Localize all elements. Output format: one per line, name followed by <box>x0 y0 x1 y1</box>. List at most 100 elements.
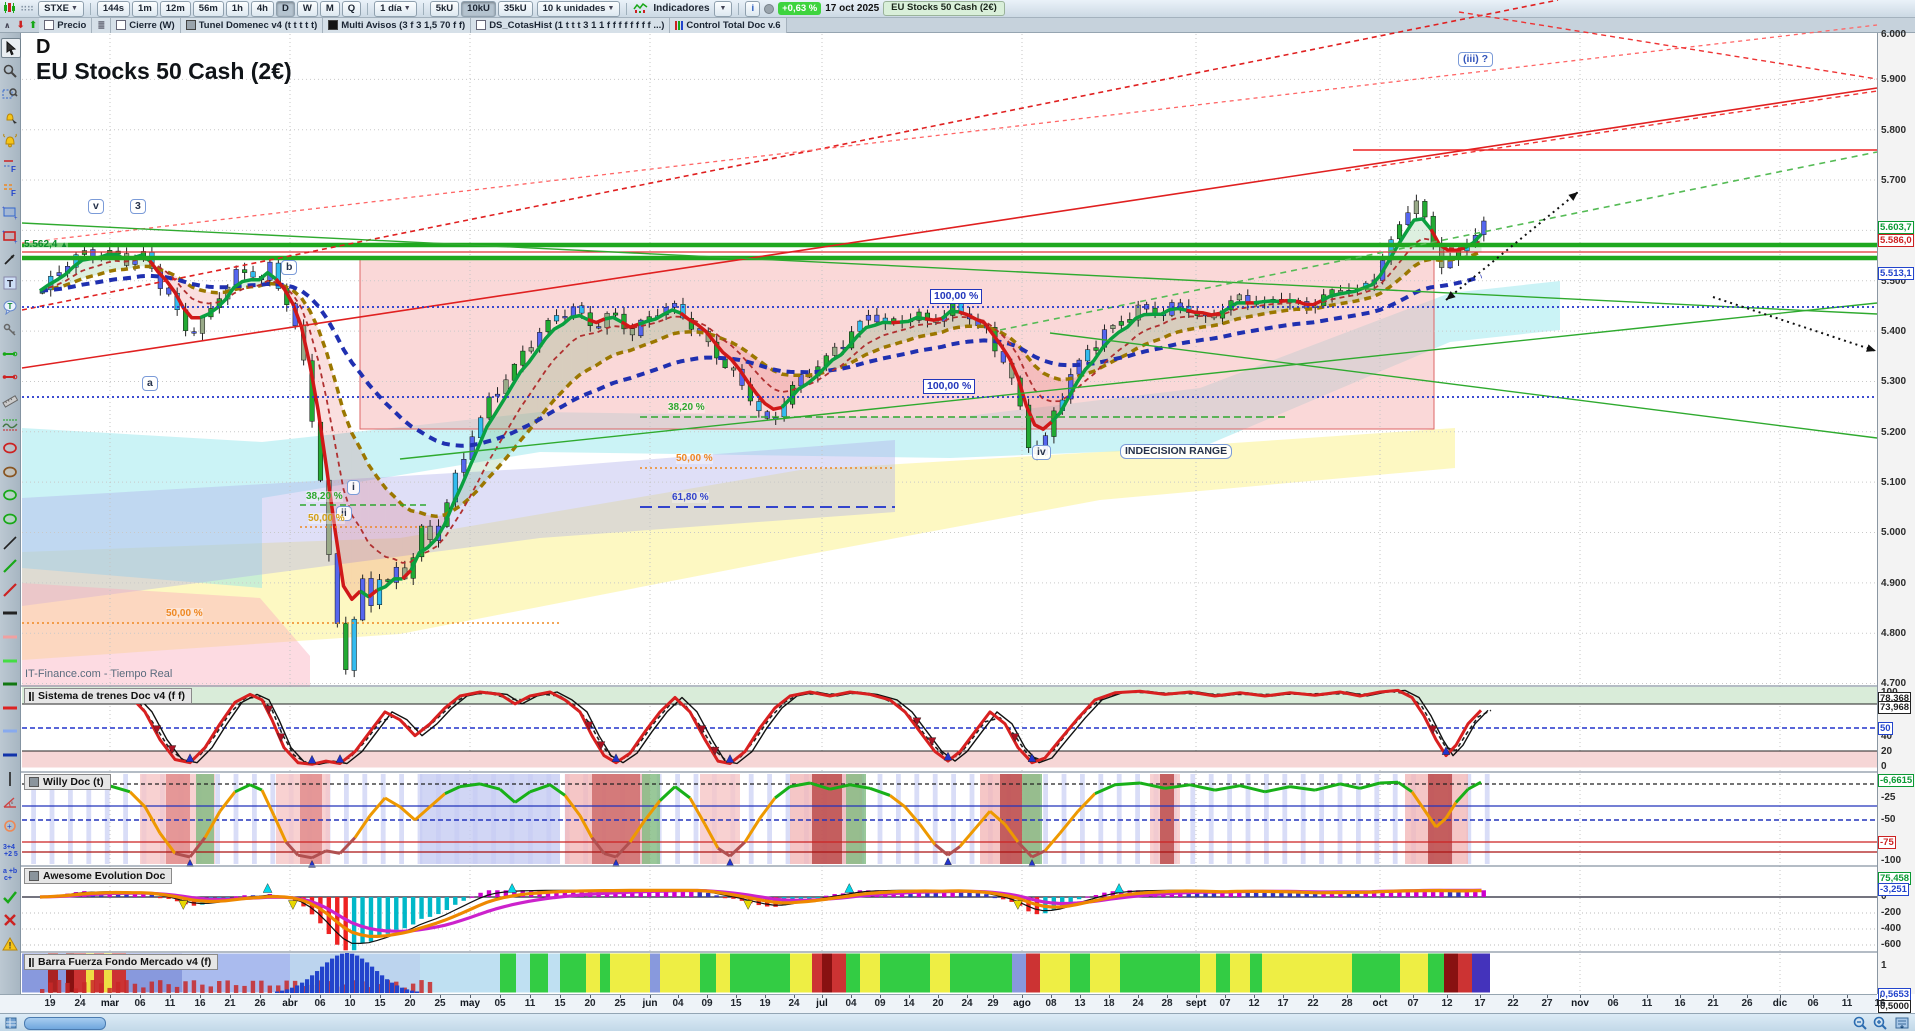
wave-label-3[interactable]: 3 <box>130 199 146 214</box>
trend-arrow-tool-icon[interactable] <box>1 250 19 268</box>
svg-text:F: F <box>11 189 16 197</box>
warning-tool-icon[interactable]: ! <box>1 935 19 953</box>
svg-text:+: + <box>2 206 6 212</box>
ellipse-green-tool-icon[interactable] <box>1 486 19 504</box>
price-tick: 5.100 <box>1881 477 1907 488</box>
rect-blue-tool-icon[interactable]: + + <box>1 203 19 221</box>
panel-scale-tick: -25 <box>1881 792 1896 803</box>
scrollbar-thumb[interactable] <box>24 1017 106 1030</box>
hline-black-tool-icon[interactable] <box>1 604 19 622</box>
fibonacci-tool-icon[interactable]: F <box>1 156 19 174</box>
month-tick: dic <box>1772 998 1788 1009</box>
chart-title: EU Stocks 50 Cash (2€) <box>36 58 292 84</box>
day-tick: 05 <box>494 998 506 1009</box>
hline-red-tool-icon[interactable] <box>1 699 19 717</box>
price-chart-canvas[interactable] <box>0 0 1915 1031</box>
wave-label-b[interactable]: b <box>281 260 298 275</box>
price-axis[interactable]: 6.0005.9005.8005.7005.6005.5005.4005.300… <box>1877 29 1915 1013</box>
vline-tool-icon[interactable] <box>1 770 19 788</box>
hline-darkblue-tool-icon[interactable] <box>1 746 19 764</box>
zoom-in-icon[interactable] <box>1872 1016 1887 1030</box>
panel-header-2[interactable]: Willy Doc (t) <box>24 774 111 790</box>
day-tick: 08 <box>1045 998 1057 1009</box>
panel-header-4[interactable]: Barra Fuerza Fondo Mercado v4 (f) <box>24 954 219 970</box>
check-tool-icon[interactable] <box>1 888 19 906</box>
price-tick: 5.700 <box>1881 175 1907 186</box>
delete-tool-icon[interactable] <box>1 911 19 929</box>
panel-value-tag: 50 <box>1878 722 1893 735</box>
zoom-out-icon[interactable] <box>1852 1016 1867 1030</box>
day-tick: 18 <box>1103 998 1115 1009</box>
ruler-tool-icon[interactable] <box>1 392 19 410</box>
hline-pink-tool-icon[interactable] <box>1 628 19 646</box>
grid-icon[interactable] <box>3 1016 18 1030</box>
day-tick: 26 <box>1741 998 1753 1009</box>
day-tick: 07 <box>1219 998 1231 1009</box>
day-tick: 13 <box>1074 998 1086 1009</box>
note-bubble-tool-icon[interactable]: T <box>1 298 19 316</box>
panel-scale-tick: -200 <box>1881 907 1902 918</box>
alert-cursor-tool-icon[interactable] <box>1 109 19 127</box>
panel-header-1[interactable]: Sistema de trenes Doc v4 (f f) <box>24 688 193 704</box>
formula-b-tool-icon[interactable]: a +b c+ <box>1 864 19 882</box>
segment-red-tool-icon[interactable] <box>1 368 19 386</box>
circle-plus-tool-icon[interactable]: + <box>1 817 19 835</box>
segment-green-tool-icon[interactable] <box>1 345 19 363</box>
hline-lightgreen-tool-icon[interactable] <box>1 652 19 670</box>
time-axis[interactable]: 19 24 mar 06 11 16 21 26 abr 06 10 15 20 25 may 05 11 15 2… <box>0 994 1886 1013</box>
line-green-tool-icon[interactable] <box>1 557 19 575</box>
zoom-area-tool-icon[interactable] <box>1 85 19 103</box>
rect-red-tool-icon[interactable]: + + <box>1 227 19 245</box>
day-tick: 21 <box>224 998 236 1009</box>
price-tick: 5.400 <box>1881 326 1907 337</box>
day-tick: 25 <box>434 998 446 1009</box>
wave-label-a[interactable]: a <box>142 376 158 391</box>
panel-square-icon <box>29 871 39 881</box>
fit-content-icon[interactable] <box>1894 1016 1909 1030</box>
hline-lightblue-tool-icon[interactable] <box>1 722 19 740</box>
ellipse-brown-tool-icon[interactable] <box>1 463 19 481</box>
angle-tool-icon[interactable]: º <box>1 793 19 811</box>
line-red-tool-icon[interactable] <box>1 581 19 599</box>
alarm-tool-icon[interactable] <box>1 132 19 150</box>
day-tick: 29 <box>987 998 999 1009</box>
panel-header-3[interactable]: Awesome Evolution Doc <box>24 868 173 884</box>
svg-text:T: T <box>8 302 13 311</box>
day-tick: 06 <box>134 998 146 1009</box>
day-tick: 24 <box>961 998 973 1009</box>
current-price-tag: 5.513,1 <box>1878 267 1914 280</box>
pattern-tool-icon[interactable] <box>1 416 19 434</box>
fib-level-label: 50,00 % <box>308 513 345 524</box>
day-tick: 24 <box>1132 998 1144 1009</box>
day-tick: 20 <box>584 998 596 1009</box>
hline-darkgreen-tool-icon[interactable] <box>1 675 19 693</box>
text-tool-icon[interactable]: T <box>1 274 19 292</box>
indecision-range-label[interactable]: INDECISION RANGE <box>1120 444 1233 459</box>
fib-100pct-label[interactable]: 100,00 % <box>923 379 976 394</box>
ellipse-red-tool-icon[interactable] <box>1 439 19 457</box>
panel-bars-icon <box>29 691 34 701</box>
line-tool-icon[interactable] <box>1 534 19 552</box>
wave-iii-label[interactable]: (iii) ? <box>1458 52 1494 67</box>
price-tick: 5.800 <box>1881 125 1907 136</box>
zoom-tool-icon[interactable] <box>1 62 19 80</box>
wave-label-iv[interactable]: iv <box>1032 445 1051 460</box>
day-tick: 10 <box>344 998 356 1009</box>
svg-text:+: + <box>7 822 12 831</box>
panel-value-tag: -6,6615 <box>1878 774 1915 787</box>
svg-text:+: + <box>14 216 18 220</box>
day-tick: 06 <box>1807 998 1819 1009</box>
panel-bars-icon <box>29 957 34 967</box>
anchor-tool-icon[interactable] <box>1 321 19 339</box>
day-tick: 17 <box>1277 998 1289 1009</box>
cursor-tool-icon[interactable] <box>1 38 21 58</box>
wave-label-v[interactable]: v <box>88 199 104 214</box>
ellipse-green2-tool-icon[interactable] <box>1 510 19 528</box>
fibonacci-dash-tool-icon[interactable]: F <box>1 180 19 198</box>
formula-a-tool-icon[interactable]: 3+4 +2 5 <box>1 840 19 858</box>
fib-100pct-label[interactable]: 100,00 % <box>930 289 983 304</box>
day-tick: 16 <box>194 998 206 1009</box>
wave-label-i[interactable]: i <box>347 480 360 495</box>
day-tick: 04 <box>672 998 684 1009</box>
price-tick: 5.900 <box>1881 74 1907 85</box>
